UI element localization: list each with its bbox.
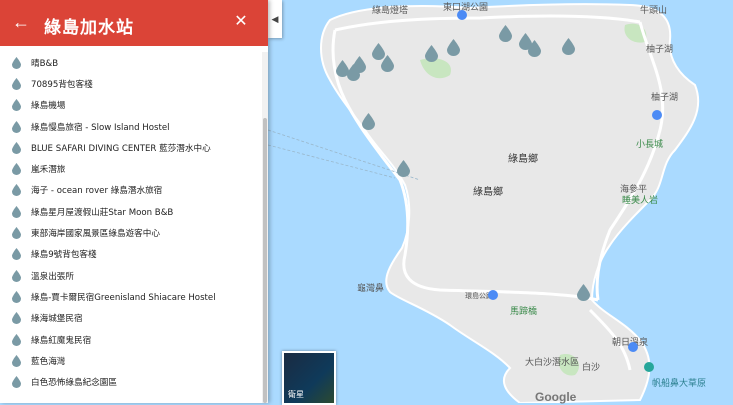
list-item-label: 綠島-賈卡爾民宿Greenisland Shiacare Hostel: [31, 292, 216, 303]
water-drop-pin-icon[interactable]: [577, 284, 590, 301]
list-item-label: 綠島星月屋渡假山莊Star Moon B&B: [31, 207, 174, 218]
list-item[interactable]: 綠島慢島旅宿 - Slow Island Hostel: [0, 116, 262, 137]
list-item[interactable]: 溫泉出張所: [0, 265, 262, 286]
water-drop-pin-icon[interactable]: [499, 25, 512, 42]
list-item[interactable]: 綠島9號背包客棧: [0, 244, 262, 265]
water-drop-icon: [12, 163, 21, 176]
water-drop-icon: [12, 312, 21, 325]
map-label-liuzi: 柚子湖: [646, 45, 674, 55]
list-item-label: 海子 - ocean rover 綠島潛水旅宿: [31, 186, 163, 197]
map-label-niutou: 牛頭山: [640, 6, 668, 16]
google-logo: Google: [535, 390, 577, 404]
satellite-toggle-button[interactable]: 衛星: [282, 351, 336, 405]
water-drop-pin-icon[interactable]: [347, 64, 360, 81]
water-drop-icon: [12, 376, 21, 389]
list-item[interactable]: BLUE SAFARI DIVING CENTER 藍莎潛水中心: [0, 137, 262, 158]
list-item[interactable]: 嵐禾潛旅: [0, 158, 262, 179]
list-item[interactable]: 綠島-賈卡爾民宿Greenisland Shiacare Hostel: [0, 286, 262, 307]
collapse-panel-button[interactable]: ◀: [268, 0, 282, 38]
poi-icon[interactable]: [457, 10, 467, 20]
water-drop-pin-icon[interactable]: [447, 39, 460, 56]
places-list: 晴B&B 70895背包客棧 綠島機場綠島慢島旅宿 - Slow Island Ho…: [0, 52, 262, 403]
map-label-liuzi-lake: 柚子湖: [651, 93, 679, 103]
arrow-left-icon: ←: [12, 12, 30, 32]
list-item-label: 嵐禾潛旅: [31, 165, 66, 176]
list-item[interactable]: 藍色海灣: [0, 350, 262, 371]
scrollbar-thumb[interactable]: [263, 118, 267, 403]
list-item[interactable]: 海子 - ocean rover 綠島潛水旅宿: [0, 180, 262, 201]
map-label-sunrise-park: 帆船鼻大草原: [652, 379, 707, 389]
list-item-label: 溫泉出張所: [31, 271, 74, 282]
chevron-left-icon: ◀: [271, 14, 279, 24]
water-drop-icon: [12, 141, 21, 154]
water-drop-pin-icon[interactable]: [425, 45, 438, 62]
water-drop-icon: [12, 333, 21, 346]
list-item-label: 綠島慢島旅宿 - Slow Island Hostel: [31, 122, 170, 133]
water-drop-icon: [12, 205, 21, 218]
panel-header: ← 綠島加水站 ✕: [0, 0, 268, 46]
places-panel: ← 綠島加水站 ✕ 晴B&B 70895背包客棧 綠島機場綠島慢島旅宿 - Slow…: [0, 0, 268, 403]
poi-icon[interactable]: [644, 362, 654, 372]
list-item-label: 綠島9號背包客棧: [31, 250, 97, 261]
list-item-label: 70895背包客棧: [31, 79, 93, 90]
water-drop-icon: [12, 290, 21, 303]
scrollbar[interactable]: [262, 52, 268, 403]
water-drop-icon: [12, 99, 21, 112]
list-item-label: 晴B&B: [31, 58, 59, 69]
list-item-label: 綠島機場: [31, 101, 66, 112]
list-item[interactable]: 東部海岸國家風景區綠島遊客中心: [0, 222, 262, 243]
water-drop-icon: [12, 77, 21, 90]
water-drop-pin-icon[interactable]: [397, 160, 410, 177]
close-icon: ✕: [234, 13, 248, 30]
satellite-label: 衛星: [288, 390, 304, 399]
list-item-label: 綠島紅魔鬼民宿: [31, 335, 92, 346]
poi-icon[interactable]: [652, 110, 662, 120]
list-item-label: 藍色海灣: [31, 356, 66, 367]
map-label-baisha: 大白沙潛水區: [525, 358, 580, 368]
water-drop-pin-icon[interactable]: [381, 55, 394, 72]
list-item[interactable]: 綠島星月屋渡假山莊Star Moon B&B: [0, 201, 262, 222]
map-label-baisha-2: 白沙: [582, 363, 601, 373]
poi-icon[interactable]: [628, 342, 638, 352]
map-label-majing: 馬蹄橋: [510, 307, 538, 317]
list-item[interactable]: 白色恐怖綠島紀念園區: [0, 371, 262, 392]
list-item[interactable]: 綠島紅魔鬼民宿: [0, 329, 262, 350]
list-item-label: BLUE SAFARI DIVING CENTER 藍莎潛水中心: [31, 143, 211, 154]
back-button[interactable]: ←: [10, 11, 32, 33]
map-label-xiaochangcheng: 小長城: [636, 140, 664, 150]
map-label-township-2: 綠島鄉: [473, 187, 503, 198]
water-drop-icon: [12, 227, 21, 240]
map-label-guiwan: 龜灣鼻: [357, 284, 385, 294]
poi-icon[interactable]: [488, 290, 498, 300]
water-drop-icon: [12, 269, 21, 282]
water-drop-icon: [12, 56, 21, 69]
list-item-label: 東部海岸國家風景區綠島遊客中心: [31, 229, 160, 240]
list-item[interactable]: 晴B&B: [0, 52, 262, 73]
map-label-suiren: 睡美人岩: [622, 196, 659, 206]
panel-title: 綠島加水站: [44, 18, 134, 38]
water-drop-pin-icon[interactable]: [528, 40, 541, 57]
list-item-label: 綠海城堡民宿: [31, 314, 83, 325]
water-drop-pin-icon[interactable]: [362, 113, 375, 130]
list-item[interactable]: 綠海城堡民宿: [0, 308, 262, 329]
water-drop-icon: [12, 354, 21, 367]
map-label-lighthouse: 綠島燈塔: [372, 6, 409, 16]
list-item[interactable]: 70895背包客棧: [0, 73, 262, 94]
water-drop-icon: [12, 184, 21, 197]
water-drop-pin-icon[interactable]: [562, 38, 575, 55]
close-button[interactable]: ✕: [230, 11, 252, 33]
water-drop-icon: [12, 120, 21, 133]
water-drop-icon: [12, 248, 21, 261]
list-item-label: 白色恐怖綠島紀念園區: [31, 378, 117, 389]
list-item[interactable]: 綠島機場: [0, 95, 262, 116]
map-label-township-1: 綠島鄉: [508, 154, 538, 165]
